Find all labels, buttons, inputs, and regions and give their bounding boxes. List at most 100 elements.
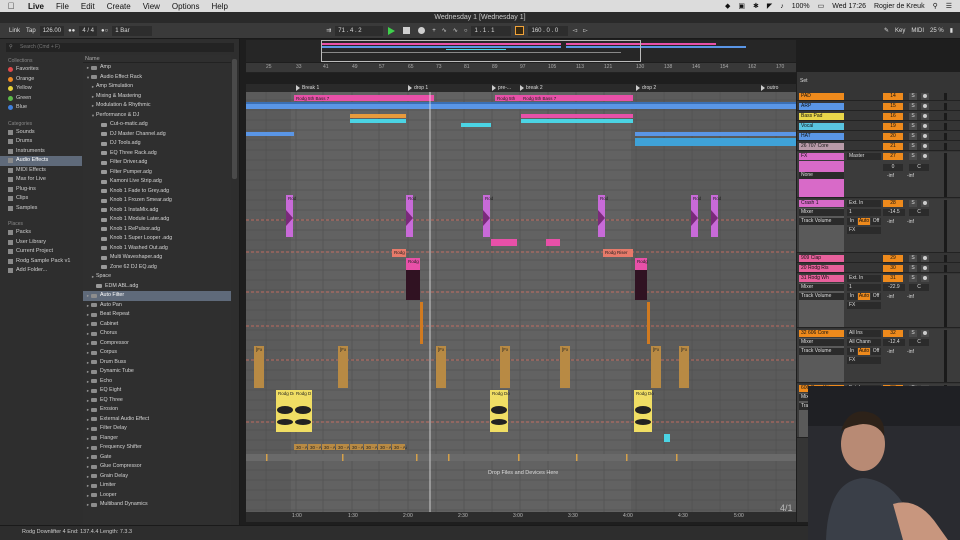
mixer-track-20-rodg-ris[interactable]: 20 Rodg Ris 30 S	[797, 264, 960, 273]
arm-button[interactable]	[921, 143, 929, 150]
place-rodg-sample-pack-v1[interactable]: Rodg Sample Pack v1	[0, 257, 82, 267]
place-packs[interactable]: Packs	[0, 228, 82, 238]
track-activator-number[interactable]: 29	[883, 255, 903, 262]
category-instruments[interactable]: Instruments	[0, 147, 82, 157]
browser-item[interactable]: Filter Pumper.adg	[83, 168, 231, 178]
automation-arm-icon[interactable]: ∿	[439, 27, 450, 34]
browser-item[interactable]: ▸ Frequency Shifter	[83, 443, 231, 453]
arrangement-overview[interactable]	[246, 40, 796, 62]
arrangement-view[interactable]: Rodg 5th Bass 7 Rodg 5th Rodg 5th Bass 7 Ro…	[246, 92, 796, 512]
category-sounds[interactable]: Sounds	[0, 128, 82, 138]
menu-file[interactable]: File	[50, 2, 75, 11]
mixer-track-arp[interactable]: ARP 15 S	[797, 102, 960, 111]
link-button[interactable]: Link	[6, 28, 23, 34]
category-max-for-live[interactable]: Max for Live	[0, 175, 82, 185]
audio-to-select[interactable]: Master	[847, 153, 881, 160]
locator-marker[interactable]: drop 2	[636, 84, 656, 92]
bluetooth-icon[interactable]: ✱	[753, 2, 759, 10]
collection-blue[interactable]: Blue	[0, 103, 82, 113]
user-name[interactable]: Rogier de Kreuk	[874, 3, 925, 10]
pan-field[interactable]: C	[909, 284, 929, 291]
audio-to-select[interactable]: FX	[847, 302, 881, 309]
audio-to-select[interactable]: FX	[847, 227, 881, 234]
loop-start-field[interactable]: 1 . 1 . 1	[471, 25, 512, 36]
automation-param-select[interactable]: Track Volume	[799, 348, 844, 355]
solo-button[interactable]: S	[909, 103, 917, 110]
menu-view[interactable]: View	[137, 2, 166, 11]
volume-field[interactable]: 0	[883, 164, 903, 171]
automation-mode-select[interactable]: Mixer	[799, 284, 844, 291]
track-activator-number[interactable]: 15	[883, 103, 903, 110]
browser-item[interactable]: EDM ABL.adg	[83, 282, 231, 292]
monitor-auto-button[interactable]: Auto	[858, 218, 870, 225]
key-map-button[interactable]: Key	[892, 28, 908, 34]
category-plug-ins[interactable]: Plug-ins	[0, 185, 82, 195]
browser-item[interactable]: Zone 62 DJ EQ.adg	[83, 263, 231, 273]
browser-item[interactable]: ▸ Compressor	[83, 339, 231, 349]
menu-app[interactable]: Live	[22, 2, 50, 11]
solo-button[interactable]: S	[909, 133, 917, 140]
browser-search-input[interactable]: ⚲ Search (Cmd + F)	[6, 43, 234, 52]
metronome-icon[interactable]: ●○	[98, 28, 111, 34]
solo-button[interactable]: S	[909, 113, 917, 120]
solo-button[interactable]: S	[909, 143, 917, 150]
wifi-icon[interactable]: ◤	[767, 2, 772, 10]
track-name[interactable]: 20 Rodg Ris	[799, 265, 844, 272]
browser-item[interactable]: ▸ EQ Eight	[83, 386, 231, 396]
browser-item[interactable]: ▸ Looper	[83, 491, 231, 501]
mixer-track-26-707-core[interactable]: 26 707 Core 21 S	[797, 142, 960, 151]
browser-item[interactable]: ▸ Mixing & Mastering	[83, 92, 231, 102]
pan-field[interactable]: C	[909, 209, 929, 216]
browser-item[interactable]: ▸ Amp Simulation	[83, 82, 231, 92]
draw-mode-icon[interactable]: ✎	[881, 27, 892, 34]
menu-help[interactable]: Help	[206, 2, 234, 11]
category-samples[interactable]: Samples	[0, 204, 82, 214]
volume-field[interactable]: -12.4	[883, 339, 905, 346]
browser-item[interactable]: ▸ Flanger	[83, 434, 231, 444]
mixer-track-32-606-core[interactable]: 32 606 Core 32 S All Ins All Chann Mixer Track…	[797, 329, 960, 383]
monitor-in-button[interactable]: In	[847, 348, 857, 355]
place-user-library[interactable]: User Library	[0, 238, 82, 248]
arm-button[interactable]	[921, 133, 929, 140]
pan-field[interactable]: C	[909, 164, 929, 171]
browser-item[interactable]: ▸ Grain Delay	[83, 472, 231, 482]
track-activator-number[interactable]: 32	[883, 330, 903, 337]
track-activator-number[interactable]: 20	[883, 133, 903, 140]
mixer-track-pad[interactable]: PAD 14 S	[797, 92, 960, 101]
automation-param-select[interactable]: Track Volume	[799, 218, 844, 225]
mixer-track-909-clap[interactable]: 909 Clap 29 S	[797, 254, 960, 263]
track-name[interactable]: 32 606 Core	[799, 330, 844, 337]
pan-field[interactable]: C	[909, 339, 929, 346]
browser-item[interactable]: Knob 1 Module Later.adg	[83, 215, 231, 225]
category-midi-effects[interactable]: MIDI Effects	[0, 166, 82, 176]
browser-item[interactable]: ▸ Amp	[83, 63, 231, 73]
name-column-header[interactable]: Name	[83, 55, 231, 63]
collection-favorites[interactable]: Favorites	[0, 65, 82, 75]
record-button[interactable]	[418, 27, 426, 34]
category-clips[interactable]: Clips	[0, 194, 82, 204]
category-drums[interactable]: Drums	[0, 137, 82, 147]
locator-marker[interactable]: drop 1	[408, 84, 428, 92]
browser-item[interactable]: ▸ Space	[83, 272, 231, 282]
track-name[interactable]: FX	[799, 153, 844, 160]
track-activator-number[interactable]: 28	[883, 200, 903, 207]
apple-icon[interactable]: 	[0, 1, 22, 11]
mixer-track-hat[interactable]: HAT 20 S	[797, 132, 960, 141]
browser-item[interactable]: Knob 1 Frozen Smear.adg	[83, 196, 231, 206]
arm-button[interactable]	[921, 330, 929, 337]
monitor-off-button[interactable]: Off	[871, 218, 881, 225]
browser-item[interactable]: EQ Three Rack.adg	[83, 149, 231, 159]
track-name[interactable]: PAD	[799, 93, 844, 100]
arm-button[interactable]	[921, 200, 929, 207]
track-name[interactable]: HAT	[799, 133, 844, 140]
mixer-track-bass-pad[interactable]: Bass Pad 16 S	[797, 112, 960, 121]
arm-button[interactable]	[921, 265, 929, 272]
browser-item[interactable]: Knob 1 Super Looper .adg	[83, 234, 231, 244]
browser-item[interactable]: ▸ Drum Buss	[83, 358, 231, 368]
punch-out-icon[interactable]: ▻	[580, 27, 591, 34]
track-name[interactable]: ARP	[799, 103, 844, 110]
capture-icon[interactable]: ∿	[450, 27, 461, 34]
menu-create[interactable]: Create	[101, 2, 137, 11]
audio-to-select[interactable]: FX	[847, 357, 881, 364]
sub-select[interactable]: None	[799, 172, 844, 179]
